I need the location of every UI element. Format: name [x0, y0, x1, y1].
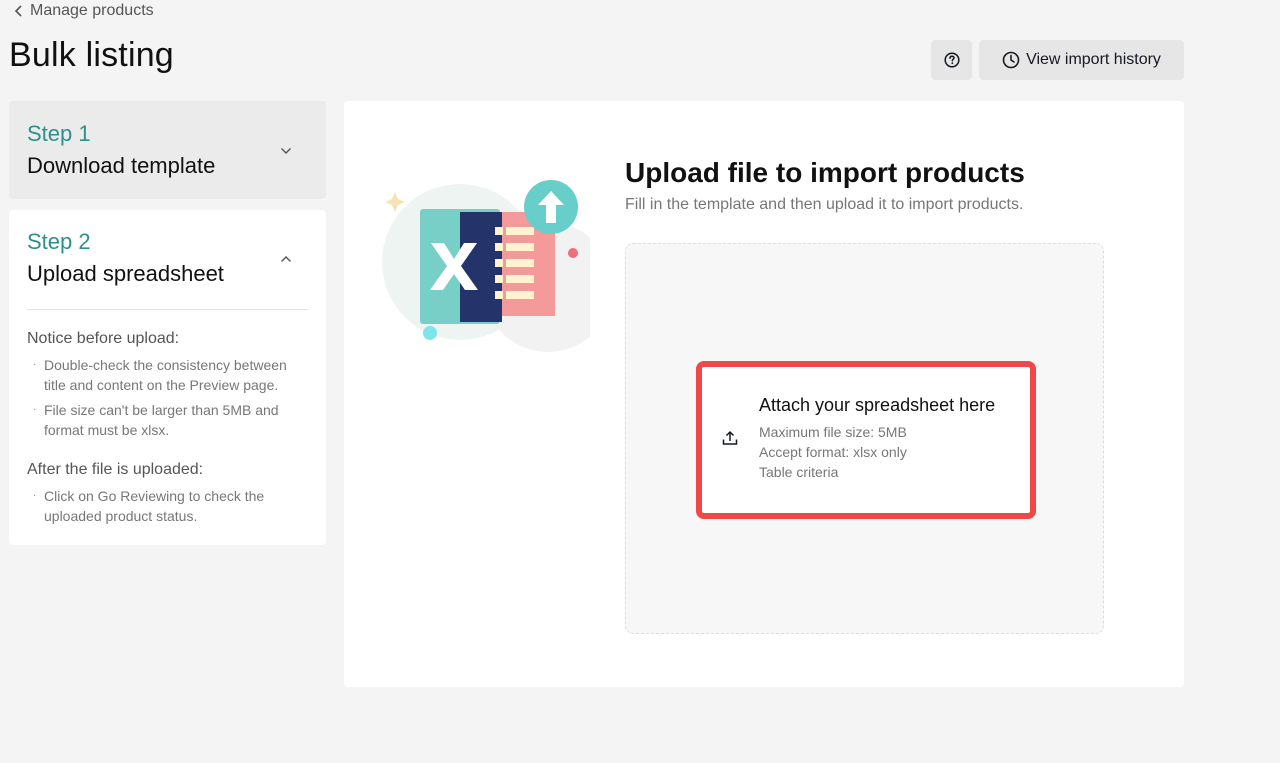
step-2-divider [27, 309, 308, 310]
notice-after-heading: After the file is uploaded: [27, 461, 204, 478]
bullet-icon: · [33, 404, 37, 415]
excel-upload-illustration [382, 180, 590, 352]
page-title: Bulk listing [9, 36, 174, 74]
question-circle-icon [943, 52, 960, 68]
breadcrumb-label: Manage products [30, 2, 154, 19]
attach-title: Attach your spreadsheet here [759, 395, 996, 415]
table-criteria-link[interactable]: Table criteria [759, 464, 838, 480]
chevron-up-icon[interactable] [280, 255, 292, 263]
step-1-number: Step 1 [27, 121, 91, 146]
view-import-history-label: View import history [1026, 51, 1161, 68]
notice-before-item: · File size can't be larger than 5MB and… [33, 402, 279, 438]
step-2-panel: Step 2 Upload spreadsheet Notice before … [9, 210, 326, 545]
notice-before-item: · Double-check the consistency between t… [33, 357, 287, 393]
help-button[interactable] [931, 40, 972, 80]
step-1-name: Download template [27, 153, 216, 178]
max-file-size: Maximum file size: 5MB [759, 424, 907, 440]
upload-card: Upload file to import products Fill in t… [344, 101, 1184, 687]
view-import-history-button[interactable]: View import history [979, 40, 1184, 80]
bullet-icon: · [33, 359, 37, 370]
breadcrumb[interactable]: Manage products [14, 2, 154, 20]
clock-icon [1002, 51, 1020, 69]
attach-spreadsheet-area[interactable]: Attach your spreadsheet here Maximum fil… [696, 361, 1036, 519]
upload-title: Upload file to import products [625, 157, 1025, 188]
bullet-icon: · [33, 490, 37, 501]
upload-subtitle: Fill in the template and then upload it … [625, 196, 1024, 213]
step-1-panel[interactable]: Step 1 Download template [9, 101, 326, 199]
file-dropzone[interactable]: Attach your spreadsheet here Maximum fil… [625, 243, 1104, 634]
notice-before-heading: Notice before upload: [27, 330, 180, 347]
chevron-down-icon[interactable] [280, 147, 292, 155]
step-2-number: Step 2 [27, 229, 91, 254]
notice-after-item: · Click on Go Reviewing to check the upl… [33, 488, 265, 524]
accept-format: Accept format: xlsx only [759, 444, 907, 460]
step-2-name: Upload spreadsheet [27, 261, 224, 286]
chevron-left-icon [14, 5, 22, 17]
upload-icon [722, 430, 738, 445]
